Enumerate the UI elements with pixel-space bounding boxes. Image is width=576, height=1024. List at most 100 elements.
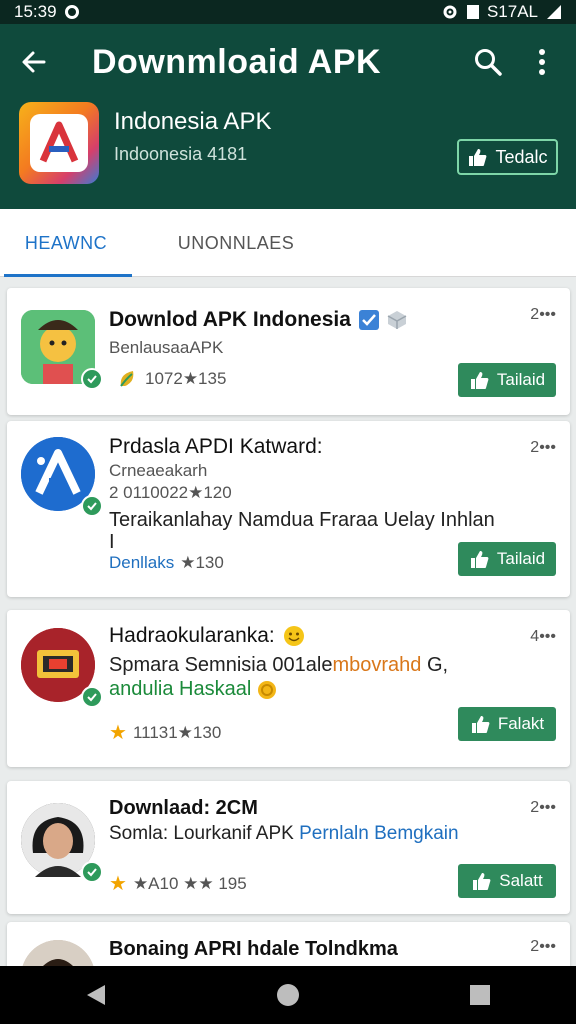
card-developer: BenlausaaAPK xyxy=(109,338,224,357)
search-button[interactable] xyxy=(470,44,506,80)
thumbs-up-icon xyxy=(471,716,490,733)
card-description-b: Pernlaln Bemgkain xyxy=(299,823,459,844)
coin-icon xyxy=(258,680,277,699)
emoji-icon xyxy=(283,626,304,646)
list-item[interactable]: Prdasla APDI Katward: Crneaeakarh 2 0110… xyxy=(7,421,570,597)
card-version: 2 0110022★120 xyxy=(109,483,232,502)
app-logo xyxy=(19,102,99,184)
verified-check-icon xyxy=(358,310,379,330)
more-options-button[interactable] xyxy=(524,44,560,80)
app-icon xyxy=(21,628,103,708)
tab-home[interactable]: HEAWNC xyxy=(0,209,132,277)
tab-downloads[interactable]: UNONNLAES xyxy=(136,209,336,277)
app-subtitle: Indoonesia 4181 xyxy=(114,144,248,164)
card-rating-text: ★A10 ★★ 195 xyxy=(132,873,247,893)
card-title: Downlaad: 2CM xyxy=(109,797,258,819)
card-rating: Denllaks ★130 xyxy=(109,553,224,573)
signal-icon xyxy=(547,5,561,19)
system-nav-bar xyxy=(0,966,576,1024)
card-link[interactable]: Denllaks xyxy=(109,553,174,573)
card-title: Hadraokularanka: xyxy=(109,624,305,648)
card-title: Bonaing APRI hdale Tolndkma xyxy=(109,938,398,960)
card-rating: ★ 11131★130 xyxy=(109,720,221,745)
triangle-back-icon xyxy=(87,985,105,1005)
like-button-label: Tailaid xyxy=(496,549,546,568)
verified-badge-icon xyxy=(81,368,103,390)
app-icon xyxy=(21,310,103,390)
card-description: Teraikanlahay Namdua Fraraa Uelay Inhlan xyxy=(109,509,495,531)
nav-back-button[interactable] xyxy=(76,975,116,1015)
battery-icon xyxy=(466,5,479,19)
tab-bar: HEAWNC UNONNLAES xyxy=(0,209,576,277)
verified-badge-icon xyxy=(81,861,103,883)
header-like-button[interactable]: Tedalc xyxy=(457,139,558,175)
thumbs-up-icon xyxy=(469,149,487,166)
card-developer: Crneaeakarh xyxy=(109,461,208,480)
list-item[interactable]: Downlod APK Indonesia BenlausaaAPK 1072★… xyxy=(7,288,570,415)
card-title: Downlod APK Indonesia xyxy=(109,308,407,332)
settings-status-icon xyxy=(443,5,457,19)
card-count: 2••• xyxy=(530,306,556,323)
card-description-b: mbovrahd xyxy=(332,654,422,676)
thumbs-up-icon xyxy=(470,372,489,389)
card-rating-text: 1072★135 xyxy=(145,369,227,388)
status-time: 15:39 xyxy=(14,2,57,21)
circle-home-icon xyxy=(277,984,299,1006)
app-icon xyxy=(21,803,103,883)
card-description-line2: andulia Haskaal xyxy=(109,678,277,701)
app-header: Downmloaid APK Indonesia APK Indoonesia … xyxy=(0,24,576,209)
card-title-text: Downlod APK Indonesia xyxy=(109,308,351,331)
thumbs-up-icon xyxy=(470,551,489,568)
nav-recents-button[interactable] xyxy=(460,975,500,1015)
more-vert-icon xyxy=(539,49,545,75)
card-description-a: Somla: Lourkanif APK xyxy=(109,823,300,844)
like-button[interactable]: Tailaid xyxy=(458,363,556,397)
status-network: S17AL xyxy=(486,2,538,21)
card-title: Prdasla APDI Katward: xyxy=(109,435,323,458)
list-item[interactable]: Downlaad: 2CM Somla: Lourkanif APK Pernl… xyxy=(7,781,570,914)
page-title: Downmloaid APK xyxy=(92,42,382,81)
like-button-label: Tailaid xyxy=(496,370,546,389)
card-description-a: Spmara Semnisia 001ale xyxy=(109,654,333,676)
status-bar: 15:39 S17AL xyxy=(0,0,576,24)
card-count: 2••• xyxy=(530,938,556,955)
arrow-left-icon xyxy=(22,51,46,73)
package-icon xyxy=(387,311,407,329)
card-rating-text: ★130 xyxy=(180,553,224,572)
card-count: 2••• xyxy=(530,439,556,456)
card-count: 4••• xyxy=(530,628,556,645)
nav-home-button[interactable] xyxy=(268,975,308,1015)
card-count: 2••• xyxy=(530,799,556,816)
card-description-cont: I xyxy=(109,531,115,553)
card-title-text: Hadraokularanka: xyxy=(109,624,275,647)
leaf-icon xyxy=(120,371,134,387)
star-icon: ★ xyxy=(109,722,127,744)
card-description-c: G, xyxy=(421,654,449,676)
card-rating: 1072★135 xyxy=(117,368,226,390)
card-description: Somla: Lourkanif APK Pernlaln Bemgkain xyxy=(109,823,459,845)
search-icon xyxy=(475,49,502,76)
like-button-label: Falakt xyxy=(497,714,545,733)
app-name: Indonesia APK xyxy=(114,108,272,135)
card-description: Spmara Semnisia 001alembovrahd G, xyxy=(109,654,448,677)
square-recents-icon xyxy=(470,985,490,1005)
like-button[interactable]: Falakt xyxy=(458,707,556,741)
list-item[interactable]: Hadraokularanka: Spmara Semnisia 001alem… xyxy=(7,610,570,767)
toolbar: Downmloaid APK xyxy=(0,24,576,100)
card-description-d: andulia Haskaal xyxy=(109,678,252,700)
app-icon xyxy=(21,437,103,517)
whatsapp-status-icon xyxy=(64,5,79,19)
verified-badge-icon xyxy=(81,686,103,708)
card-rating-text: 11131★130 xyxy=(132,722,222,742)
like-button[interactable]: Tailaid xyxy=(458,542,556,576)
app-info: Indonesia APK Indoonesia 4181 Tedalc xyxy=(0,100,576,209)
header-like-label: Tedalc xyxy=(495,146,548,167)
like-button[interactable]: Salatt xyxy=(458,864,556,898)
thumbs-up-icon xyxy=(473,873,491,890)
card-rating: ★ ★A10 ★★ 195 xyxy=(109,871,247,896)
like-button-label: Salatt xyxy=(499,871,543,890)
app-logo-icon xyxy=(39,121,79,163)
back-button[interactable] xyxy=(16,44,52,80)
star-icon: ★ xyxy=(109,873,127,895)
verified-badge-icon xyxy=(81,495,103,517)
